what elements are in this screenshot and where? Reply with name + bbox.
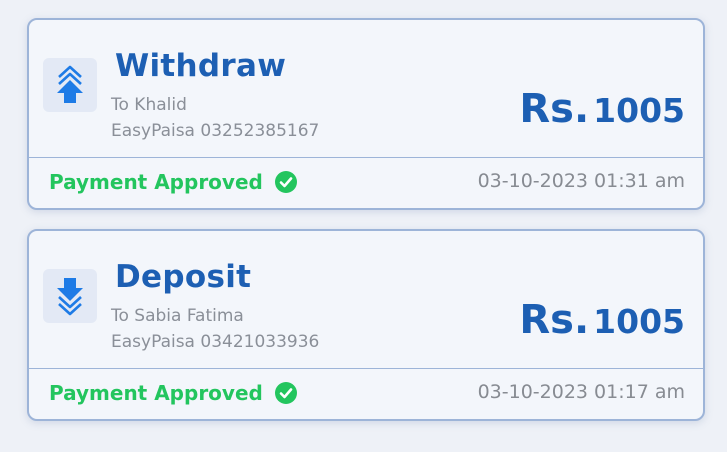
status-label: Payment Approved — [49, 170, 263, 194]
check-circle-icon — [274, 171, 297, 193]
transaction-card-header: Withdraw To Khalid EasyPaisa 03252385167… — [29, 20, 703, 157]
arrow-up-icon — [57, 65, 83, 103]
transaction-datetime: 03-10-2023 01:31 am — [477, 170, 685, 192]
check-circle-icon — [274, 382, 297, 404]
currency-label: Rs. — [519, 297, 590, 343]
transaction-list: Withdraw To Khalid EasyPaisa 03252385167… — [0, 0, 727, 452]
deposit-icon-box — [43, 269, 97, 323]
transaction-amount: Rs. 1005 — [519, 297, 685, 343]
transaction-card-footer: Payment Approved 03-10-2023 01:31 am — [29, 157, 703, 208]
transaction-type-title: Deposit — [115, 259, 252, 295]
currency-label: Rs. — [519, 86, 590, 132]
status-badge: Payment Approved — [49, 170, 297, 194]
recipient-name: To Sabia Fatima — [111, 306, 244, 326]
account-number: EasyPaisa 03252385167 — [111, 121, 320, 141]
transaction-card-deposit[interactable]: Deposit To Sabia Fatima EasyPaisa 034210… — [27, 229, 705, 421]
transaction-amount: Rs. 1005 — [519, 86, 685, 132]
amount-value: 1005 — [593, 91, 685, 130]
transaction-datetime: 03-10-2023 01:17 am — [477, 381, 685, 403]
status-badge: Payment Approved — [49, 381, 297, 405]
arrow-down-icon — [57, 278, 83, 316]
transaction-card-header: Deposit To Sabia Fatima EasyPaisa 034210… — [29, 231, 703, 368]
transaction-card-withdraw[interactable]: Withdraw To Khalid EasyPaisa 03252385167… — [27, 18, 705, 210]
transaction-card-footer: Payment Approved 03-10-2023 01:17 am — [29, 368, 703, 419]
account-number: EasyPaisa 03421033936 — [111, 332, 320, 352]
amount-value: 1005 — [593, 302, 685, 341]
transaction-type-title: Withdraw — [115, 48, 287, 84]
recipient-name: To Khalid — [111, 95, 187, 115]
status-label: Payment Approved — [49, 381, 263, 405]
withdraw-icon-box — [43, 58, 97, 112]
